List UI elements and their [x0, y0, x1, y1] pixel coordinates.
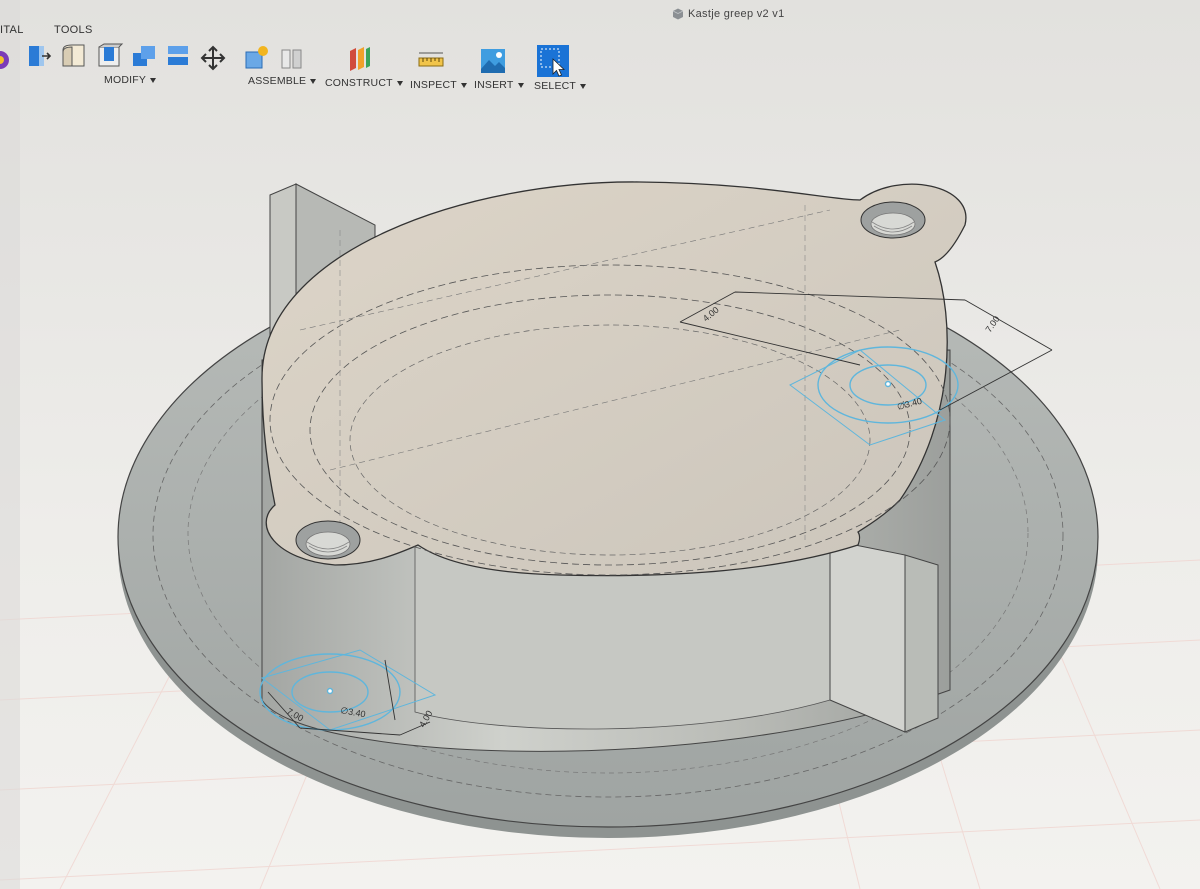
align-icon[interactable] [164, 42, 192, 70]
tab-tools[interactable]: TOOLS [54, 24, 93, 36]
vignette-left [0, 0, 20, 889]
insert-caret-icon [517, 82, 524, 88]
threaded-hole-front[interactable] [295, 520, 361, 560]
inspect-label: INSPECT [410, 79, 457, 91]
assemble-label: ASSEMBLE [248, 75, 307, 87]
construct-label: CONSTRUCT [325, 77, 393, 89]
select-menu[interactable]: SELECT [534, 80, 587, 92]
construct-menu[interactable]: CONSTRUCT [325, 77, 403, 89]
modify-label: MODIFY [104, 74, 147, 86]
assemble-caret-icon [310, 78, 317, 84]
select-icon[interactable] [537, 45, 569, 77]
press-pull-icon[interactable] [24, 42, 52, 70]
combine-icon[interactable] [130, 42, 158, 70]
insert-menu[interactable]: INSERT [474, 79, 524, 91]
new-component-icon[interactable] [243, 44, 271, 72]
create-sketch-icon[interactable] [0, 46, 14, 74]
toolbar: ITAL TOOLS Kastje greep v2 v1 MODIFY ASS… [0, 0, 1200, 110]
insert-image-icon[interactable] [479, 47, 507, 75]
document-title: Kastje greep v2 v1 [688, 8, 785, 20]
construct-caret-icon [396, 80, 403, 86]
insert-label: INSERT [474, 79, 514, 91]
threaded-hole-back[interactable] [860, 201, 926, 239]
shell-icon[interactable] [96, 42, 124, 70]
tab-digital[interactable]: ITAL [0, 24, 24, 36]
select-caret-icon [580, 83, 587, 89]
modify-menu[interactable]: MODIFY [104, 74, 157, 86]
inspect-caret-icon [460, 82, 467, 88]
document-icon [672, 8, 684, 20]
joint-icon[interactable] [278, 44, 306, 72]
right-rib[interactable] [829, 539, 939, 733]
move-icon[interactable] [199, 44, 227, 72]
model-viewport[interactable]: 4.00 7.00 ∅3.40 7.00 ∅3.40 4.00 [0, 0, 1200, 889]
modify-caret-icon [150, 77, 157, 83]
select-label: SELECT [534, 80, 577, 92]
offset-plane-icon[interactable] [344, 45, 372, 73]
fillet-icon[interactable] [60, 42, 88, 70]
assemble-menu[interactable]: ASSEMBLE [248, 75, 317, 87]
top-face[interactable] [261, 181, 967, 577]
measure-icon[interactable] [417, 47, 445, 75]
inspect-menu[interactable]: INSPECT [410, 79, 467, 91]
